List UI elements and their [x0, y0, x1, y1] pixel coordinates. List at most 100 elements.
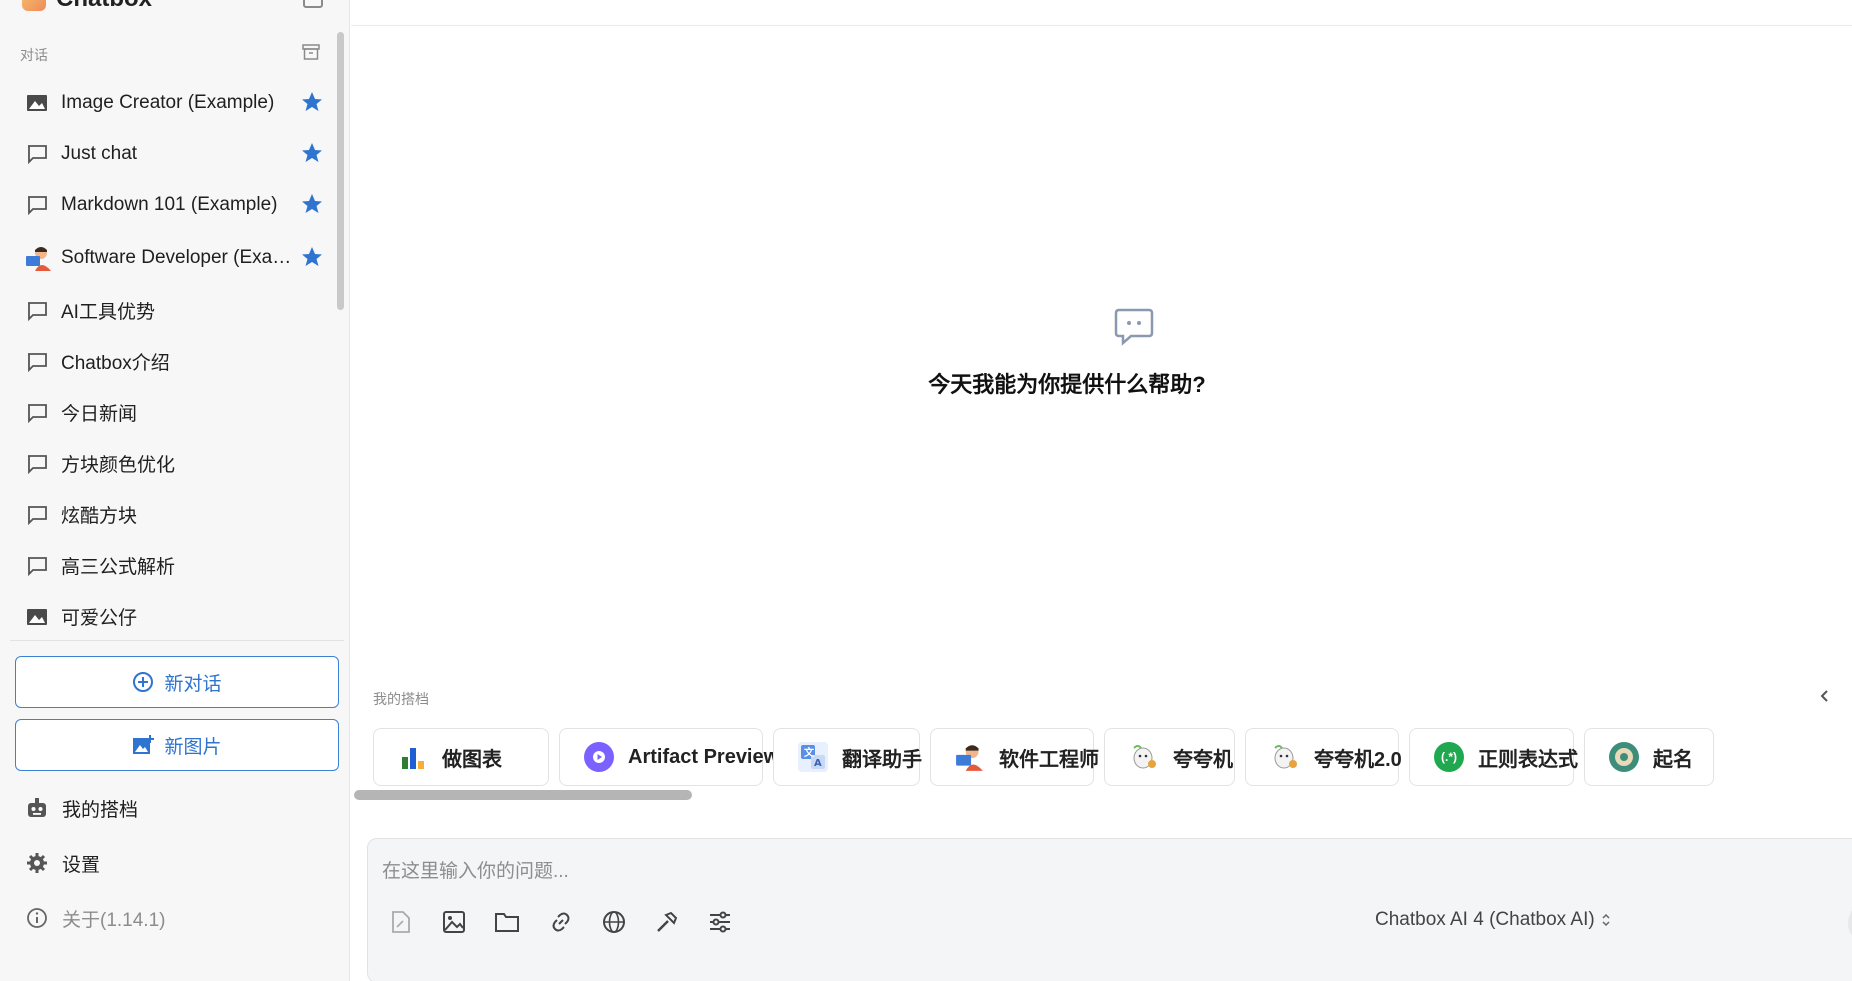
- partners-section-label: 我的搭档: [373, 691, 429, 707]
- image-icon: [25, 605, 49, 629]
- nav-my-partners[interactable]: 我的搭档: [26, 793, 138, 823]
- session-item[interactable]: Chatbox介绍: [12, 336, 332, 387]
- partner-chip-label: 夸夸机2.0: [1314, 748, 1402, 771]
- star-icon[interactable]: [300, 245, 324, 269]
- session-item[interactable]: 高三公式解析: [12, 540, 332, 591]
- compass-icon: [1609, 742, 1639, 772]
- globe-icon[interactable]: [599, 907, 629, 937]
- image-icon: [25, 91, 49, 115]
- session-label: AI工具优势: [61, 302, 155, 323]
- chat-bubble-icon: [25, 350, 49, 374]
- star-icon[interactable]: [300, 141, 324, 165]
- chat-bubble-icon: [25, 503, 49, 527]
- sidebar: Chatbox 对话 Image Creator (Example) Just …: [0, 0, 350, 981]
- nav-settings[interactable]: 设置: [26, 848, 100, 878]
- session-label: Image Creator (Example): [61, 91, 275, 113]
- session-label: Software Developer (Example): [61, 246, 293, 268]
- session-item[interactable]: 今日新闻: [12, 387, 332, 438]
- developer-avatar-icon: [25, 246, 53, 271]
- partner-chip-software-engineer[interactable]: 软件工程师: [930, 728, 1099, 786]
- sliders-icon[interactable]: [705, 907, 735, 937]
- chat-bubble-icon: [25, 142, 49, 166]
- partner-chip-label: 起名: [1653, 748, 1693, 771]
- session-label: 可爱公仔: [61, 608, 138, 629]
- session-label: Just chat: [61, 142, 138, 164]
- header-divider: [351, 25, 1852, 26]
- partner-chip-translator[interactable]: 文A 翻译助手: [773, 728, 922, 786]
- chat-bubble-icon: [25, 554, 49, 578]
- partner-chip-artifact-preview[interactable]: Artifact Preview: [559, 728, 779, 786]
- svg-text:A: A: [814, 758, 822, 769]
- attach-file-icon[interactable]: [386, 907, 416, 937]
- nav-about[interactable]: 关于(1.14.1): [26, 903, 165, 933]
- partner-chip-naming[interactable]: 起名: [1584, 728, 1714, 786]
- nav-settings-label: 设置: [62, 854, 101, 876]
- app-name: Chatbox: [56, 0, 152, 13]
- new-chat-label: 新对话: [164, 673, 222, 695]
- sidebar-collapse-icon[interactable]: [303, 0, 323, 8]
- session-item[interactable]: Markdown 101 (Example): [12, 179, 332, 230]
- model-selector[interactable]: Chatbox AI 4 (Chatbox AI): [1375, 909, 1611, 931]
- insert-image-icon[interactable]: [439, 907, 469, 937]
- model-selector-label: Chatbox AI 4 (Chatbox AI): [1375, 909, 1595, 930]
- link-icon[interactable]: [546, 907, 576, 937]
- session-item[interactable]: Software Developer (Example): [12, 230, 332, 285]
- session-label: 炫酷方块: [61, 506, 138, 527]
- nav-about-label: 关于(1.14.1): [62, 909, 166, 931]
- star-icon[interactable]: [300, 90, 324, 114]
- partner-chip-label: 软件工程师: [999, 748, 1099, 771]
- session-label: 方块颜色优化: [61, 455, 176, 476]
- partner-chip-cheer-bot-2[interactable]: 夸夸机2.0: [1245, 728, 1402, 786]
- star-icon[interactable]: [300, 192, 324, 216]
- chat-bubble-icon: [25, 452, 49, 476]
- new-image-button[interactable]: 新图片: [15, 719, 339, 771]
- session-label: 今日新闻: [61, 404, 138, 425]
- add-image-icon: [133, 735, 155, 754]
- partner-chip-charts[interactable]: 做图表: [373, 728, 549, 786]
- regex-icon: (.*): [1434, 742, 1464, 772]
- session-item[interactable]: Image Creator (Example): [12, 77, 332, 128]
- archive-icon[interactable]: [302, 44, 320, 60]
- add-circle-icon: [133, 672, 154, 692]
- main-panel: 今天我能为你提供什么帮助? 我的搭档 做图表 Artifact Preview …: [351, 0, 1852, 981]
- translate-icon: 文A: [798, 742, 828, 772]
- session-item[interactable]: 可爱公仔: [12, 591, 332, 637]
- conversations-section-label: 对话: [20, 47, 48, 63]
- sidebar-divider: [10, 640, 344, 641]
- chevron-left-icon[interactable]: [1817, 688, 1833, 704]
- partners-scrollbar[interactable]: [354, 790, 692, 800]
- partner-chip-regex[interactable]: (.*) 正则表达式: [1409, 728, 1578, 786]
- session-item[interactable]: AI工具优势: [12, 285, 332, 336]
- chat-bubble-icon: [25, 299, 49, 323]
- partner-chip-label: 做图表: [442, 748, 502, 771]
- partner-chip-cheer-bot[interactable]: 夸夸机: [1104, 728, 1235, 786]
- partner-chip-label: 夸夸机: [1173, 748, 1233, 771]
- chevron-up-down-icon: [1602, 913, 1610, 927]
- empty-state-title: 今天我能为你提供什么帮助?: [928, 372, 1206, 397]
- gear-icon: [27, 853, 47, 873]
- play-circle-icon: [584, 742, 614, 772]
- session-item[interactable]: 方块颜色优化: [12, 438, 332, 489]
- session-label: 高三公式解析: [61, 557, 176, 578]
- developer-avatar-icon: [955, 742, 985, 772]
- new-image-label: 新图片: [164, 736, 222, 758]
- session-item[interactable]: Just chat: [12, 128, 332, 179]
- sidebar-scrollbar[interactable]: [337, 32, 344, 310]
- partner-chip-label: 翻译助手: [842, 748, 922, 771]
- session-list: Image Creator (Example) Just chat Markdo…: [12, 77, 332, 637]
- message-composer: Chatbox AI 4 (Chatbox AI): [367, 838, 1852, 981]
- session-label: Chatbox介绍: [61, 353, 170, 374]
- chatbox-app: Chatbox 对话 Image Creator (Example) Just …: [0, 0, 1852, 981]
- chat-bubble-icon: [1114, 308, 1154, 346]
- nav-my-partners-label: 我的搭档: [62, 799, 139, 821]
- session-item[interactable]: 炫酷方块: [12, 489, 332, 540]
- info-icon: [27, 908, 47, 928]
- folder-icon[interactable]: [492, 907, 522, 937]
- send-button[interactable]: [1848, 901, 1852, 945]
- hammer-icon[interactable]: [652, 907, 682, 937]
- message-input[interactable]: [382, 857, 1382, 887]
- new-chat-button[interactable]: 新对话: [15, 656, 339, 708]
- chat-bubble-icon: [25, 401, 49, 425]
- partner-chip-label: 正则表达式: [1478, 748, 1578, 771]
- robot-icon: [28, 798, 46, 817]
